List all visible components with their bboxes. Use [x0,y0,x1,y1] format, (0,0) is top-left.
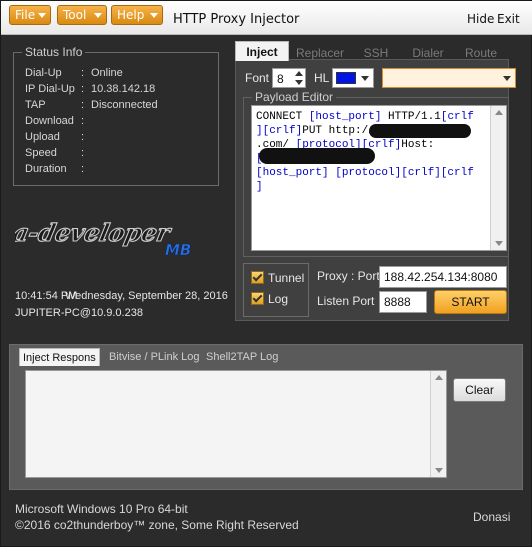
status-colon: : [81,67,85,79]
payload-token: [host_port] [308,111,382,123]
status-value: Online [91,67,123,79]
start-button[interactable]: START [434,290,507,314]
status-key: Duration [25,163,67,175]
listen-port-input[interactable]: 8888 [379,291,427,313]
payload-token: ] [256,181,263,193]
scroll-up-icon[interactable] [495,110,503,115]
file-menu-button[interactable]: File [9,5,51,25]
redaction-mark [259,148,375,164]
status-colon: : [81,147,85,159]
check-icon [252,271,263,282]
chevron-down-icon [38,13,46,18]
hide-button[interactable]: Hide [467,12,494,26]
status-key: Speed [25,147,57,159]
tab-bitvise-log[interactable]: Bitvise / PLink Log [109,348,200,366]
payload-line: [host_port] [protocol][crlf][crlf [256,166,502,180]
help-menu-label: Help [117,8,145,22]
file-menu-label: File [15,8,36,22]
hl-color-swatch [336,72,356,84]
status-colon: : [81,131,85,143]
payload-token: CONNECT [256,111,309,123]
font-size-stepper[interactable]: 8 [272,68,306,88]
clear-button[interactable]: Clear [453,378,506,402]
scroll-down-icon[interactable] [495,241,503,246]
help-menu-button[interactable]: Help [111,5,163,25]
status-colon: : [81,83,85,95]
chevron-down-icon [503,76,511,81]
tunnel-checkbox[interactable] [251,271,264,284]
tab-inject-response[interactable]: Inject Respons [19,348,100,366]
log-checkbox[interactable] [251,292,264,305]
exit-button[interactable]: Exit [497,12,520,26]
window-title: HTTP Proxy Injector [173,12,300,27]
status-key: Upload [25,131,60,143]
response-log-area[interactable] [25,370,447,478]
logo-main-text: a-developer [15,218,175,247]
redaction-mark [369,124,471,138]
title-bar: File Tool Help HTTP Proxy Injector Hide … [1,1,532,35]
tool-menu-button[interactable]: Tool [57,5,107,25]
log-scrollbar[interactable] [430,371,446,477]
tab-inject[interactable]: Inject [235,41,289,61]
status-colon: : [81,163,85,175]
chevron-down-icon [150,13,158,18]
tab-route[interactable]: Route [457,43,505,63]
payload-line: CONNECT [host_port] HTTP/1.1[crlf [256,110,502,124]
tab-shell2tap-log[interactable]: Shell2TAP Log [206,348,278,366]
tab-ssh[interactable]: SSH [353,43,399,63]
donate-link[interactable]: Donasi [473,510,510,524]
host-info: JUPITER-PC@10.9.0.238 [15,307,143,319]
status-key: Dial-Up [25,67,62,79]
status-colon: : [81,115,85,127]
status-key: IP Dial-Up [25,83,75,95]
font-label: Font [245,71,270,85]
payload-token: HTTP/1.1 [381,111,441,123]
app-window: File Tool Help HTTP Proxy Injector Hide … [0,0,532,547]
clock-date: Wednesday, September 28, 2016 [65,290,228,302]
hl-color-picker[interactable] [332,68,374,88]
payload-token: Host: [401,139,435,151]
listen-port-label: Listen Port [317,294,375,308]
proxy-port-label: Proxy : Port [317,269,380,283]
os-info: Microsoft Windows 10 Pro 64-bit [15,502,188,516]
proxy-port-input[interactable]: 188.42.254.134:8080 [379,266,507,288]
status-key: TAP [25,99,46,111]
payload-line: ] [256,180,502,194]
payload-token: [crlf [440,111,474,123]
tab-dialer[interactable]: Dialer [403,43,453,63]
status-value: Disconnected [91,99,158,111]
status-info-title: Status Info [22,45,86,59]
copyright: ©2016 co2thunderboy™ zone, Some Right Re… [15,518,299,532]
tab-replacer[interactable]: Replacer [291,43,349,63]
status-colon: : [81,99,85,111]
arrow-down-icon[interactable] [295,80,303,85]
logo-sub-text: MB [165,241,191,259]
log-label: Log [268,292,289,306]
tunnel-label: Tunnel [268,271,305,285]
payload-token: PUT http:// [302,125,375,137]
logo: a-developer MB [15,218,192,259]
status-key: Download [25,115,74,127]
hl-label: HL [314,71,330,85]
arrow-up-icon[interactable] [295,71,303,76]
payload-token: [host_port] [protocol][crlf][crlf [256,167,474,179]
tool-menu-label: Tool [63,8,87,22]
scroll-down-icon[interactable] [435,468,443,473]
check-icon [252,292,263,303]
payload-preset-select[interactable] [382,68,516,88]
chevron-down-icon [361,76,369,81]
payload-scrollbar[interactable] [490,106,506,250]
payload-token: ][crlf] [256,125,303,137]
scroll-up-icon[interactable] [435,375,443,380]
font-size-value: 8 [277,72,284,86]
payload-editor-title: Payload Editor [252,90,337,104]
chevron-down-icon [94,13,102,18]
status-value: 10.38.142.18 [91,83,156,95]
